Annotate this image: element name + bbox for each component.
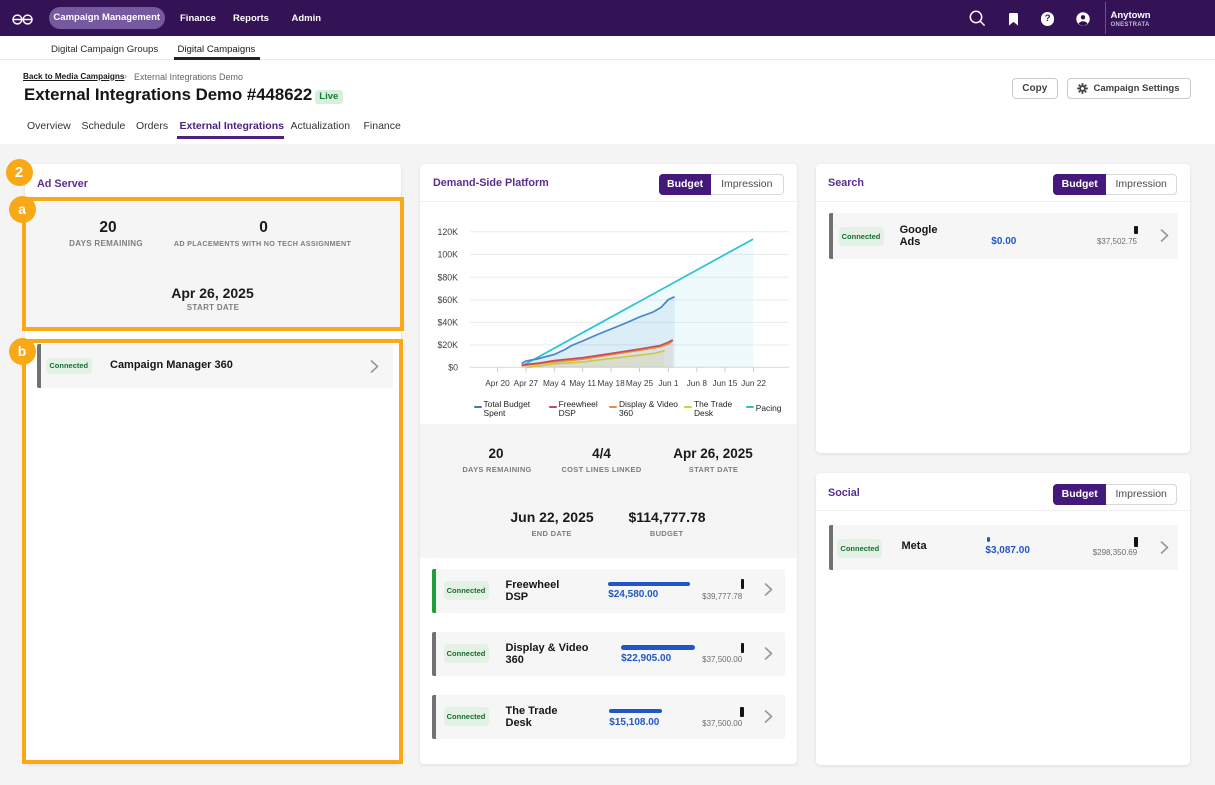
svg-text:Apr 27: Apr 27 [514, 378, 539, 388]
svg-text:120K: 120K [437, 227, 458, 237]
svg-text:Apr 20: Apr 20 [485, 378, 510, 388]
svg-text:100K: 100K [437, 249, 458, 259]
svg-text:May 25: May 25 [626, 378, 654, 388]
svg-text:Jun 8: Jun 8 [687, 378, 708, 388]
svg-text:$40K: $40K [437, 317, 458, 327]
svg-text:Jun 22: Jun 22 [741, 378, 766, 388]
svg-text:$80K: $80K [437, 272, 458, 282]
svg-text:May 4: May 4 [543, 378, 566, 388]
svg-text:$20K: $20K [437, 340, 458, 350]
svg-text:$60K: $60K [437, 295, 458, 305]
svg-text:Jun 15: Jun 15 [712, 378, 737, 388]
svg-text:May 18: May 18 [597, 378, 625, 388]
svg-text:Jun 1: Jun 1 [658, 378, 679, 388]
svg-text:May 11: May 11 [569, 378, 596, 388]
svg-text:$0: $0 [448, 362, 458, 372]
